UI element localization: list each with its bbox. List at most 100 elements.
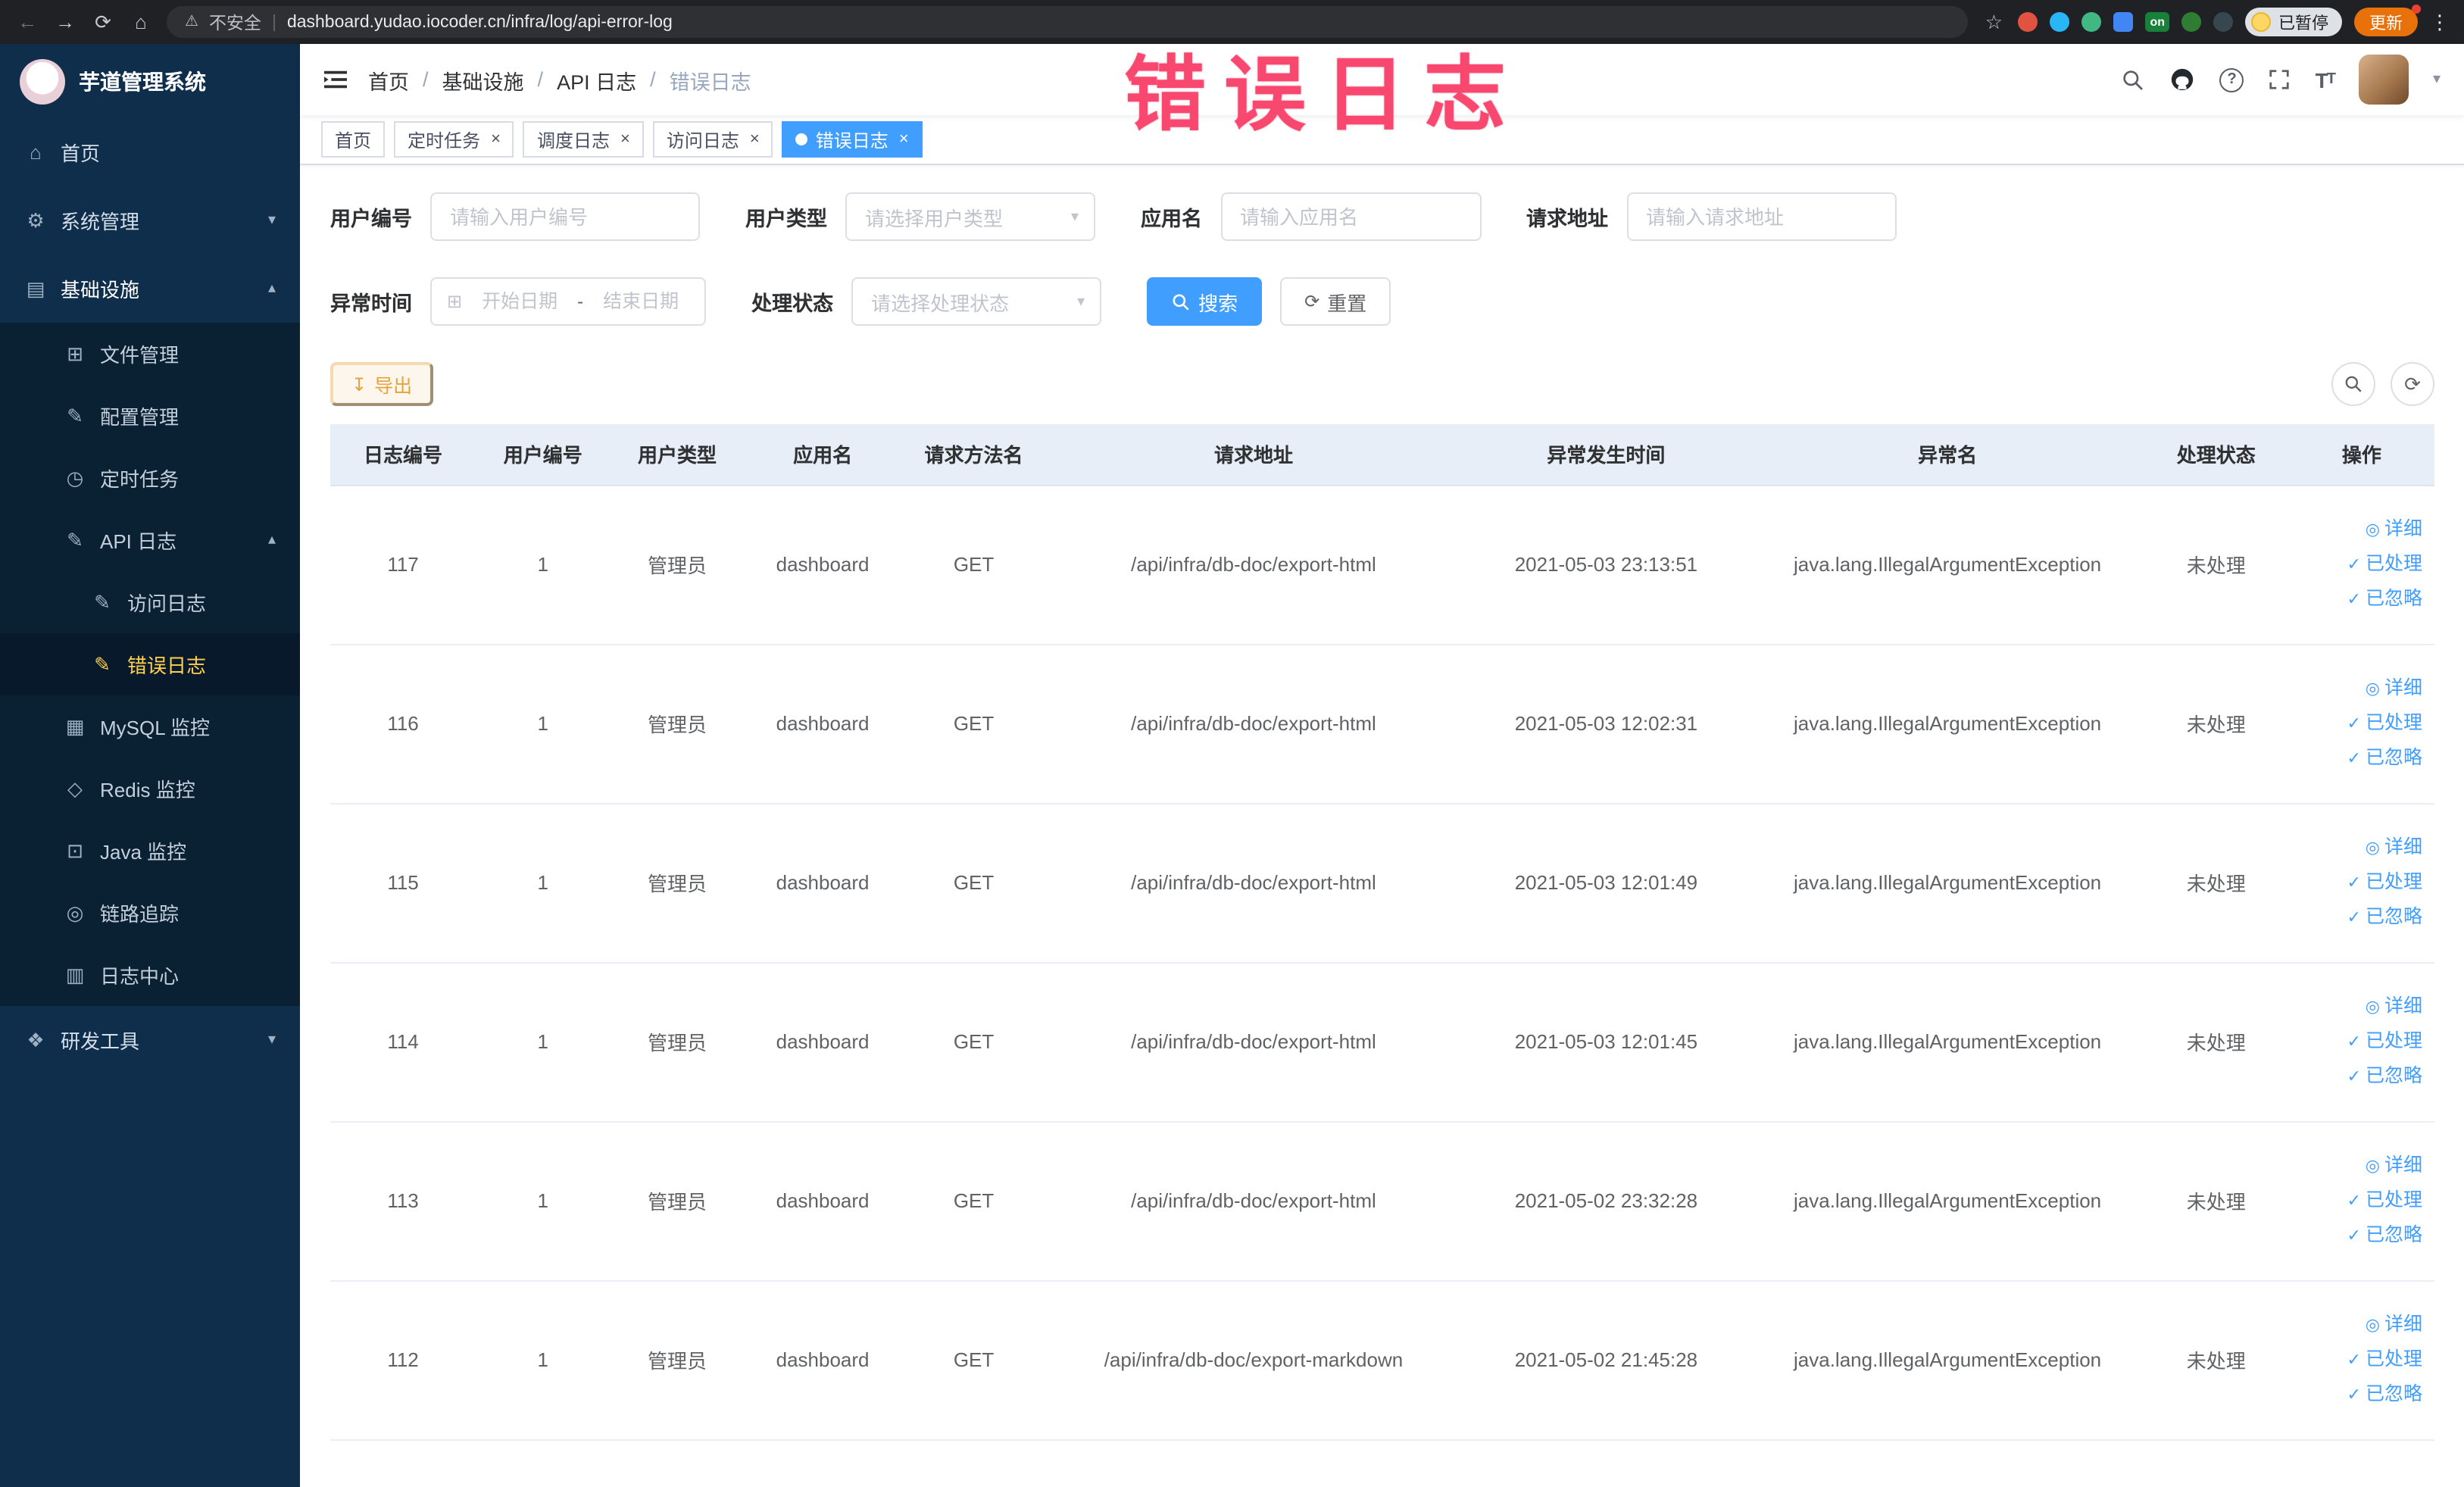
breadcrumb-separator: /	[423, 68, 429, 91]
sidebar-item-dev-tools[interactable]: ❖ 研发工具 ▾	[0, 1006, 300, 1074]
breadcrumb-api-log[interactable]: API 日志	[557, 64, 636, 95]
processed-link[interactable]: ✓ 已处理	[2295, 1024, 2422, 1059]
request-url-input[interactable]	[1626, 192, 1896, 241]
access-log-icon: ✎	[94, 590, 111, 613]
tab-access-log[interactable]: 访问日志 ×	[652, 121, 773, 158]
detail-link[interactable]: ◎ 详细	[2295, 512, 2422, 547]
sidebar-item-config[interactable]: ✎ 配置管理	[0, 385, 300, 447]
ignore-link[interactable]: ✓ 已忽略	[2295, 900, 2422, 935]
export-button[interactable]: ↧ 导出	[330, 362, 434, 406]
detail-link[interactable]: ◎ 详细	[2295, 1148, 2422, 1183]
sidebar-item-redis[interactable]: ◇ Redis 监控	[0, 758, 300, 820]
user-avatar[interactable]	[2358, 55, 2409, 105]
tab-schedule-log[interactable]: 调度日志 ×	[523, 121, 644, 158]
breadcrumb: 首页 / 基础设施 / API 日志 / 错误日志	[368, 64, 751, 95]
sidebar-item-java[interactable]: ⊡ Java 监控	[0, 820, 300, 882]
extensions-puzzle-icon[interactable]	[2213, 12, 2233, 32]
col-app-name: 应用名	[744, 424, 901, 486]
back-icon[interactable]: ←	[15, 11, 39, 33]
bookmark-star-icon[interactable]: ☆	[1982, 10, 2006, 34]
url-text: dashboard.yudao.iocoder.cn/infra/log/api…	[286, 13, 673, 31]
processed-link[interactable]: ✓ 已处理	[2295, 1183, 2422, 1218]
file-icon: ⊞	[67, 342, 83, 364]
extension-icon-red[interactable]	[2018, 12, 2038, 32]
trace-icon: ◎	[66, 901, 84, 923]
user-type-select[interactable]: 请选择用户类型 ▾	[845, 192, 1095, 241]
forward-icon[interactable]: →	[53, 11, 77, 33]
eye-icon: ◎	[2365, 1317, 2380, 1335]
ignore-link[interactable]: ✓ 已忽略	[2295, 1377, 2422, 1412]
processed-link[interactable]: ✓ 已处理	[2295, 865, 2422, 900]
reset-button[interactable]: ⟳ 重置	[1280, 277, 1391, 326]
detail-link[interactable]: ◎ 详细	[2295, 989, 2422, 1024]
ignore-link[interactable]: ✓ 已忽略	[2295, 1218, 2422, 1253]
sidebar-item-access-log[interactable]: ✎ 访问日志	[0, 571, 300, 633]
breadcrumb-home[interactable]: 首页	[368, 64, 409, 95]
start-date-input[interactable]	[471, 291, 569, 312]
check-icon: ✓	[2347, 750, 2361, 768]
detail-link[interactable]: ◎ 详细	[2295, 671, 2422, 706]
detail-link[interactable]: ◎ 详细	[2295, 830, 2422, 865]
fullscreen-icon[interactable]	[2269, 68, 2291, 91]
github-icon[interactable]	[2170, 67, 2196, 92]
menu-fold-icon[interactable]	[324, 68, 347, 91]
processed-link[interactable]: ✓ 已处理	[2295, 1342, 2422, 1377]
app-name-input[interactable]	[1220, 192, 1481, 241]
extension-icon-grid[interactable]	[2113, 12, 2134, 32]
col-log-id: 日志编号	[330, 424, 476, 486]
table-row: 115 1 管理员 dashboard GET /api/infra/db-do…	[330, 803, 2434, 963]
header-actions: ? TT ▾	[2122, 55, 2441, 105]
tab-error-log[interactable]: 错误日志 ×	[782, 121, 923, 158]
refresh-button[interactable]: ⟳	[2391, 362, 2434, 406]
processed-link[interactable]: ✓ 已处理	[2295, 547, 2422, 582]
update-button[interactable]: 更新	[2354, 5, 2421, 36]
sidebar-item-infra[interactable]: ▤ 基础设施 ▴	[0, 255, 300, 323]
sidebar-item-mysql[interactable]: ▦ MySQL 监控	[0, 695, 300, 758]
extension-icon-green[interactable]	[2181, 12, 2201, 32]
search-icon[interactable]	[2122, 67, 2146, 92]
breadcrumb-infra[interactable]: 基础设施	[442, 64, 524, 95]
processed-link[interactable]: ✓ 已处理	[2295, 706, 2422, 741]
search-button[interactable]: 搜索	[1147, 277, 1263, 326]
caret-down-icon[interactable]: ▾	[2433, 71, 2441, 88]
address-bar[interactable]: ⚠ 不安全 | dashboard.yudao.iocoder.cn/infra…	[167, 6, 1969, 38]
detail-link[interactable]: ◎ 详细	[2295, 1307, 2422, 1342]
sidebar-item-log-center[interactable]: ▥ 日志中心	[0, 944, 300, 1006]
chevron-down-icon: ▾	[267, 1032, 276, 1048]
sidebar-item-file[interactable]: ⊞ 文件管理	[0, 323, 300, 385]
home-nav-icon[interactable]: ⌂	[129, 11, 153, 33]
close-icon[interactable]: ×	[620, 130, 630, 148]
font-size-icon[interactable]: TT	[2316, 67, 2336, 92]
check-icon: ✓	[2347, 591, 2361, 609]
tab-job[interactable]: 定时任务 ×	[394, 121, 514, 158]
close-icon[interactable]: ×	[750, 130, 760, 148]
sidebar-item-api-log[interactable]: ✎ API 日志 ▴	[0, 509, 300, 571]
ignore-link[interactable]: ✓ 已忽略	[2295, 582, 2422, 617]
kebab-menu-icon[interactable]: ⋮	[2430, 10, 2450, 34]
sidebar-item-job[interactable]: ◷ 定时任务	[0, 447, 300, 509]
breadcrumb-current: 错误日志	[669, 70, 751, 93]
tab-home[interactable]: 首页	[321, 121, 386, 158]
help-icon[interactable]: ?	[2219, 67, 2244, 92]
ignore-link[interactable]: ✓ 已忽略	[2295, 741, 2422, 776]
java-monitor-icon: ⊡	[67, 839, 83, 861]
sidebar-item-system[interactable]: ⚙ 系统管理 ▾	[0, 186, 300, 255]
user-id-input[interactable]	[430, 192, 700, 241]
paused-badge[interactable]: 已暂停	[2245, 8, 2342, 36]
extension-icon-blue-drop[interactable]	[2050, 12, 2070, 32]
status-select[interactable]: 请选择处理状态 ▾	[851, 277, 1102, 326]
reload-icon[interactable]: ⟳	[91, 10, 115, 34]
sidebar-item-home[interactable]: ⌂ 首页	[0, 118, 300, 186]
extension-icon-vue[interactable]	[2081, 12, 2102, 32]
check-icon: ✓	[2347, 556, 2361, 574]
sidebar-item-trace[interactable]: ◎ 链路追踪	[0, 882, 300, 944]
date-range-picker[interactable]: ⊞ -	[430, 277, 707, 326]
toggle-search-button[interactable]	[2331, 362, 2375, 406]
chevron-down-icon: ▾	[1077, 293, 1085, 310]
extension-on-badge[interactable]: on	[2145, 12, 2169, 32]
close-icon[interactable]: ×	[491, 130, 501, 148]
sidebar-item-error-log[interactable]: ✎ 错误日志	[0, 633, 300, 695]
end-date-input[interactable]	[592, 291, 690, 312]
close-icon[interactable]: ×	[899, 130, 909, 148]
ignore-link[interactable]: ✓ 已忽略	[2295, 1059, 2422, 1094]
